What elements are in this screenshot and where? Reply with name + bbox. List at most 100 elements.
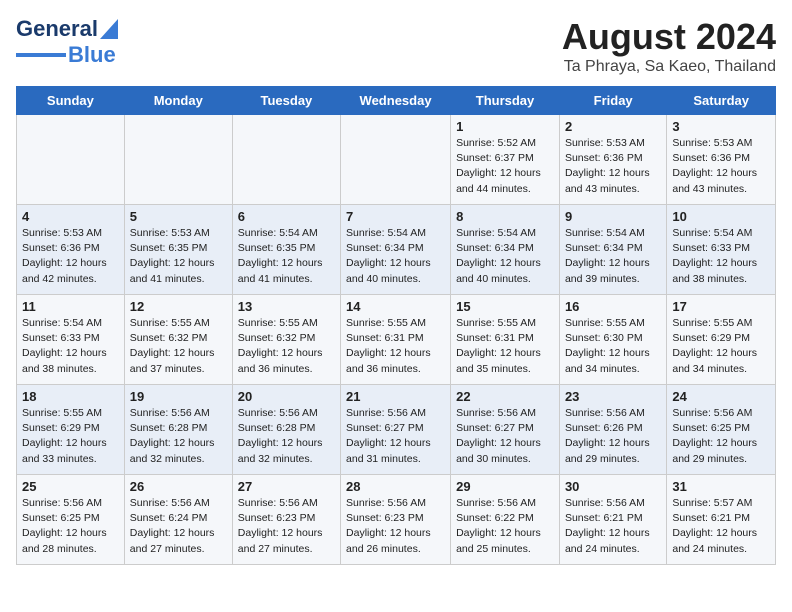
day-number: 19 — [130, 389, 227, 404]
month-title: August 2024 — [562, 16, 776, 58]
calendar-cell: 15 Sunrise: 5:55 AM Sunset: 6:31 PM Dayli… — [451, 295, 560, 385]
day-number: 29 — [456, 479, 554, 494]
calendar-table: SundayMondayTuesdayWednesdayThursdayFrid… — [16, 86, 776, 565]
day-number: 20 — [238, 389, 335, 404]
day-info: Sunrise: 5:54 AM Sunset: 6:34 PM Dayligh… — [346, 226, 445, 287]
calendar-cell: 13 Sunrise: 5:55 AM Sunset: 6:32 PM Dayli… — [232, 295, 340, 385]
calendar-cell: 9Sunrise: 5:54 AM Sunset: 6:34 PM Daylig… — [559, 205, 666, 295]
calendar-body: 1 Sunrise: 5:52 AM Sunset: 6:37 PM Daylig… — [17, 115, 776, 565]
calendar-cell: 23 Sunrise: 5:56 AM Sunset: 6:26 PM Dayli… — [559, 385, 666, 475]
logo-blue: Blue — [68, 42, 116, 68]
calendar-cell: 16Sunrise: 5:55 AM Sunset: 6:30 PM Dayli… — [559, 295, 666, 385]
day-info: Sunrise: 5:55 AM Sunset: 6:29 PM Dayligh… — [672, 316, 770, 377]
calendar-cell: 3Sunrise: 5:53 AM Sunset: 6:36 PM Daylig… — [667, 115, 776, 205]
calendar-week-3: 11 Sunrise: 5:54 AM Sunset: 6:33 PM Dayli… — [17, 295, 776, 385]
day-info: Sunrise: 5:57 AM Sunset: 6:21 PM Dayligh… — [672, 496, 770, 557]
page-header: General Blue August 2024 Ta Phraya, Sa K… — [16, 16, 776, 76]
day-info: Sunrise: 5:55 AM Sunset: 6:30 PM Dayligh… — [565, 316, 661, 377]
day-info: Sunrise: 5:56 AM Sunset: 6:27 PM Dayligh… — [456, 406, 554, 467]
day-number: 24 — [672, 389, 770, 404]
day-info: Sunrise: 5:55 AM Sunset: 6:31 PM Dayligh… — [346, 316, 445, 377]
calendar-cell: 22 Sunrise: 5:56 AM Sunset: 6:27 PM Dayli… — [451, 385, 560, 475]
calendar-cell: 10 Sunrise: 5:54 AM Sunset: 6:33 PM Dayli… — [667, 205, 776, 295]
day-info: Sunrise: 5:56 AM Sunset: 6:22 PM Dayligh… — [456, 496, 554, 557]
calendar-cell — [341, 115, 451, 205]
day-info: Sunrise: 5:56 AM Sunset: 6:25 PM Dayligh… — [22, 496, 119, 557]
logo-general: General — [16, 16, 98, 42]
calendar-cell: 31 Sunrise: 5:57 AM Sunset: 6:21 PM Dayli… — [667, 475, 776, 565]
calendar-cell: 20Sunrise: 5:56 AM Sunset: 6:28 PM Dayli… — [232, 385, 340, 475]
day-number: 30 — [565, 479, 661, 494]
calendar-cell — [124, 115, 232, 205]
calendar-cell: 12Sunrise: 5:55 AM Sunset: 6:32 PM Dayli… — [124, 295, 232, 385]
day-info: Sunrise: 5:56 AM Sunset: 6:23 PM Dayligh… — [346, 496, 445, 557]
calendar-cell: 29 Sunrise: 5:56 AM Sunset: 6:22 PM Dayli… — [451, 475, 560, 565]
day-info: Sunrise: 5:53 AM Sunset: 6:36 PM Dayligh… — [672, 136, 770, 197]
day-info: Sunrise: 5:53 AM Sunset: 6:35 PM Dayligh… — [130, 226, 227, 287]
calendar-cell: 21Sunrise: 5:56 AM Sunset: 6:27 PM Dayli… — [341, 385, 451, 475]
day-info: Sunrise: 5:56 AM Sunset: 6:25 PM Dayligh… — [672, 406, 770, 467]
day-info: Sunrise: 5:53 AM Sunset: 6:36 PM Dayligh… — [22, 226, 119, 287]
calendar-cell: 25 Sunrise: 5:56 AM Sunset: 6:25 PM Dayli… — [17, 475, 125, 565]
day-info: Sunrise: 5:55 AM Sunset: 6:32 PM Dayligh… — [238, 316, 335, 377]
day-info: Sunrise: 5:55 AM Sunset: 6:29 PM Dayligh… — [22, 406, 119, 467]
day-number: 22 — [456, 389, 554, 404]
weekday-sunday: Sunday — [17, 87, 125, 115]
day-info: Sunrise: 5:54 AM Sunset: 6:33 PM Dayligh… — [672, 226, 770, 287]
day-number: 10 — [672, 209, 770, 224]
calendar-cell: 26 Sunrise: 5:56 AM Sunset: 6:24 PM Dayli… — [124, 475, 232, 565]
calendar-week-5: 25 Sunrise: 5:56 AM Sunset: 6:25 PM Dayli… — [17, 475, 776, 565]
day-number: 13 — [238, 299, 335, 314]
day-info: Sunrise: 5:56 AM Sunset: 6:23 PM Dayligh… — [238, 496, 335, 557]
day-number: 5 — [130, 209, 227, 224]
day-info: Sunrise: 5:55 AM Sunset: 6:31 PM Dayligh… — [456, 316, 554, 377]
logo: General Blue — [16, 16, 118, 68]
day-number: 8 — [456, 209, 554, 224]
calendar-week-2: 4 Sunrise: 5:53 AM Sunset: 6:36 PM Daylig… — [17, 205, 776, 295]
calendar-cell — [17, 115, 125, 205]
day-info: Sunrise: 5:53 AM Sunset: 6:36 PM Dayligh… — [565, 136, 661, 197]
logo-arrow-icon — [100, 19, 118, 39]
weekday-monday: Monday — [124, 87, 232, 115]
day-number: 6 — [238, 209, 335, 224]
day-number: 14 — [346, 299, 445, 314]
day-number: 11 — [22, 299, 119, 314]
weekday-saturday: Saturday — [667, 87, 776, 115]
calendar-cell: 28 Sunrise: 5:56 AM Sunset: 6:23 PM Dayli… — [341, 475, 451, 565]
calendar-cell: 7Sunrise: 5:54 AM Sunset: 6:34 PM Daylig… — [341, 205, 451, 295]
calendar-cell: 27 Sunrise: 5:56 AM Sunset: 6:23 PM Dayli… — [232, 475, 340, 565]
day-info: Sunrise: 5:52 AM Sunset: 6:37 PM Dayligh… — [456, 136, 554, 197]
weekday-friday: Friday — [559, 87, 666, 115]
weekday-wednesday: Wednesday — [341, 87, 451, 115]
day-number: 1 — [456, 119, 554, 134]
day-number: 28 — [346, 479, 445, 494]
day-number: 2 — [565, 119, 661, 134]
day-number: 25 — [22, 479, 119, 494]
calendar-cell — [232, 115, 340, 205]
calendar-cell: 18Sunrise: 5:55 AM Sunset: 6:29 PM Dayli… — [17, 385, 125, 475]
calendar-cell: 1 Sunrise: 5:52 AM Sunset: 6:37 PM Daylig… — [451, 115, 560, 205]
calendar-cell: 17Sunrise: 5:55 AM Sunset: 6:29 PM Dayli… — [667, 295, 776, 385]
calendar-week-1: 1 Sunrise: 5:52 AM Sunset: 6:37 PM Daylig… — [17, 115, 776, 205]
day-number: 15 — [456, 299, 554, 314]
calendar-cell: 24 Sunrise: 5:56 AM Sunset: 6:25 PM Dayli… — [667, 385, 776, 475]
title-block: August 2024 Ta Phraya, Sa Kaeo, Thailand — [562, 16, 776, 76]
calendar-cell: 30Sunrise: 5:56 AM Sunset: 6:21 PM Dayli… — [559, 475, 666, 565]
day-info: Sunrise: 5:54 AM Sunset: 6:33 PM Dayligh… — [22, 316, 119, 377]
calendar-cell: 11 Sunrise: 5:54 AM Sunset: 6:33 PM Dayli… — [17, 295, 125, 385]
calendar-cell: 5 Sunrise: 5:53 AM Sunset: 6:35 PM Daylig… — [124, 205, 232, 295]
day-number: 27 — [238, 479, 335, 494]
calendar-cell: 4 Sunrise: 5:53 AM Sunset: 6:36 PM Daylig… — [17, 205, 125, 295]
calendar-cell: 19 Sunrise: 5:56 AM Sunset: 6:28 PM Dayli… — [124, 385, 232, 475]
day-number: 4 — [22, 209, 119, 224]
calendar-cell: 2 Sunrise: 5:53 AM Sunset: 6:36 PM Daylig… — [559, 115, 666, 205]
calendar-week-4: 18Sunrise: 5:55 AM Sunset: 6:29 PM Dayli… — [17, 385, 776, 475]
day-number: 26 — [130, 479, 227, 494]
day-number: 9 — [565, 209, 661, 224]
day-number: 23 — [565, 389, 661, 404]
day-info: Sunrise: 5:56 AM Sunset: 6:26 PM Dayligh… — [565, 406, 661, 467]
day-info: Sunrise: 5:56 AM Sunset: 6:24 PM Dayligh… — [130, 496, 227, 557]
day-number: 31 — [672, 479, 770, 494]
day-number: 12 — [130, 299, 227, 314]
day-info: Sunrise: 5:56 AM Sunset: 6:28 PM Dayligh… — [130, 406, 227, 467]
